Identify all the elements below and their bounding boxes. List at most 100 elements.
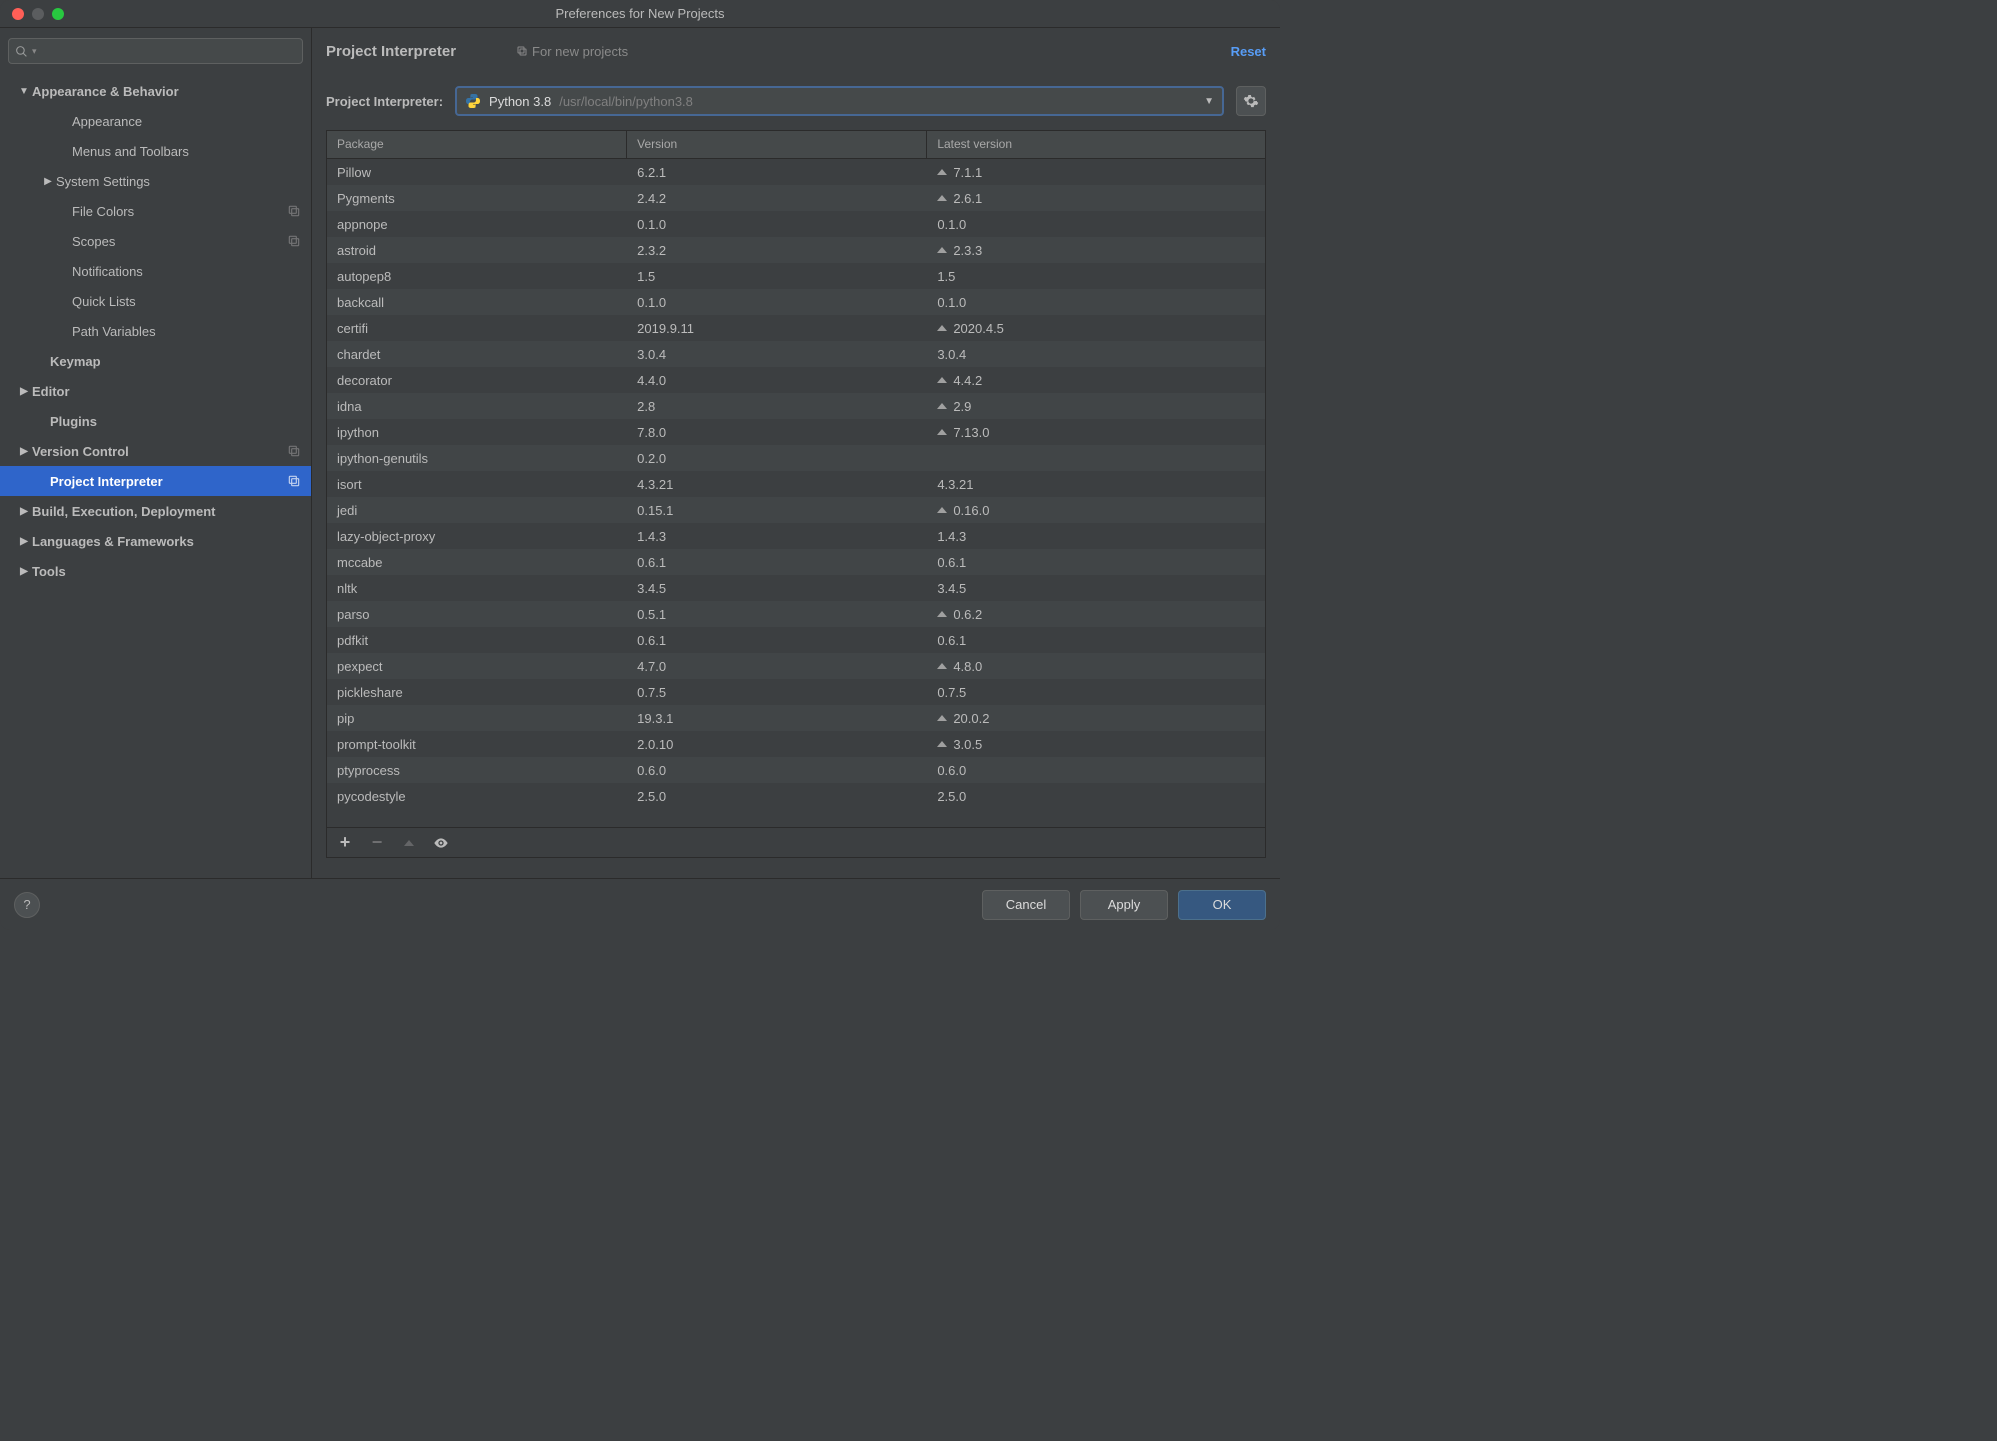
- table-row[interactable]: pickleshare0.7.50.7.5: [327, 679, 1265, 705]
- upgrade-available-icon: [937, 663, 947, 669]
- table-row[interactable]: ipython7.8.07.13.0: [327, 419, 1265, 445]
- gear-icon: [1243, 93, 1259, 109]
- cell-package: mccabe: [327, 555, 627, 570]
- search-icon: [15, 45, 28, 58]
- dialog-footer: ? Cancel Apply OK: [0, 878, 1280, 930]
- table-row[interactable]: idna2.82.9: [327, 393, 1265, 419]
- add-package-button[interactable]: +: [337, 835, 353, 851]
- cell-package: pycodestyle: [327, 789, 627, 804]
- sidebar-item-languages-frameworks[interactable]: ▶Languages & Frameworks: [0, 526, 311, 556]
- sidebar-item-plugins[interactable]: Plugins: [0, 406, 311, 436]
- upgrade-available-icon: [937, 611, 947, 617]
- cell-version: 0.15.1: [627, 503, 927, 518]
- sidebar-item-label: Scopes: [72, 234, 287, 249]
- sidebar-item-file-colors[interactable]: File Colors: [0, 196, 311, 226]
- table-row[interactable]: certifi2019.9.112020.4.5: [327, 315, 1265, 341]
- table-row[interactable]: pycodestyle2.5.02.5.0: [327, 783, 1265, 809]
- table-row[interactable]: jedi0.15.10.16.0: [327, 497, 1265, 523]
- table-row[interactable]: prompt-toolkit2.0.103.0.5: [327, 731, 1265, 757]
- cell-package: idna: [327, 399, 627, 414]
- cell-version: 0.2.0: [627, 451, 927, 466]
- table-header: Package Version Latest version: [327, 131, 1265, 159]
- sidebar-item-tools[interactable]: ▶Tools: [0, 556, 311, 586]
- table-row[interactable]: pdfkit0.6.10.6.1: [327, 627, 1265, 653]
- table-row[interactable]: chardet3.0.43.0.4: [327, 341, 1265, 367]
- sidebar-item-system-settings[interactable]: ▶System Settings: [0, 166, 311, 196]
- sidebar-item-editor[interactable]: ▶Editor: [0, 376, 311, 406]
- sidebar-item-appearance[interactable]: Appearance: [0, 106, 311, 136]
- cell-latest: 4.4.2: [927, 373, 1265, 388]
- upgrade-available-icon: [937, 741, 947, 747]
- sidebar-item-keymap[interactable]: Keymap: [0, 346, 311, 376]
- cell-latest: 4.3.21: [927, 477, 1265, 492]
- close-window-icon[interactable]: [12, 8, 24, 20]
- upgrade-available-icon: [937, 377, 947, 383]
- python-icon: [465, 93, 481, 109]
- cell-version: 1.5: [627, 269, 927, 284]
- sidebar-item-path-variables[interactable]: Path Variables: [0, 316, 311, 346]
- cell-package: jedi: [327, 503, 627, 518]
- sidebar-item-version-control[interactable]: ▶Version Control: [0, 436, 311, 466]
- table-row[interactable]: decorator4.4.04.4.2: [327, 367, 1265, 393]
- column-header-package[interactable]: Package: [327, 131, 627, 158]
- table-row[interactable]: lazy-object-proxy1.4.31.4.3: [327, 523, 1265, 549]
- table-row[interactable]: pip19.3.120.0.2: [327, 705, 1265, 731]
- upgrade-package-button[interactable]: [401, 835, 417, 851]
- cell-package: pdfkit: [327, 633, 627, 648]
- help-button[interactable]: ?: [14, 892, 40, 918]
- cell-version: 6.2.1: [627, 165, 927, 180]
- sidebar-item-quick-lists[interactable]: Quick Lists: [0, 286, 311, 316]
- show-early-releases-button[interactable]: [433, 835, 449, 851]
- cancel-button[interactable]: Cancel: [982, 890, 1070, 920]
- copy-icon: [516, 45, 528, 57]
- table-row[interactable]: Pillow6.2.17.1.1: [327, 159, 1265, 185]
- cell-package: certifi: [327, 321, 627, 336]
- column-header-version[interactable]: Version: [627, 131, 927, 158]
- table-row[interactable]: astroid2.3.22.3.3: [327, 237, 1265, 263]
- cell-version: 3.0.4: [627, 347, 927, 362]
- table-row[interactable]: Pygments2.4.22.6.1: [327, 185, 1265, 211]
- cell-package: astroid: [327, 243, 627, 258]
- sidebar-item-notifications[interactable]: Notifications: [0, 256, 311, 286]
- cell-latest: 3.4.5: [927, 581, 1265, 596]
- cell-latest: 0.6.2: [927, 607, 1265, 622]
- table-row[interactable]: parso0.5.10.6.2: [327, 601, 1265, 627]
- table-row[interactable]: nltk3.4.53.4.5: [327, 575, 1265, 601]
- cell-version: 2.8: [627, 399, 927, 414]
- interpreter-settings-button[interactable]: [1236, 86, 1266, 116]
- eye-icon: [433, 834, 449, 852]
- table-row[interactable]: backcall0.1.00.1.0: [327, 289, 1265, 315]
- table-row[interactable]: mccabe0.6.10.6.1: [327, 549, 1265, 575]
- zoom-window-icon[interactable]: [52, 8, 64, 20]
- upgrade-available-icon: [937, 429, 947, 435]
- table-row[interactable]: ptyprocess0.6.00.6.0: [327, 757, 1265, 783]
- cell-package: ipython-genutils: [327, 451, 627, 466]
- sidebar-item-label: System Settings: [56, 174, 301, 189]
- settings-search-input[interactable]: ▾: [8, 38, 303, 64]
- sidebar-item-project-interpreter[interactable]: Project Interpreter: [0, 466, 311, 496]
- apply-button[interactable]: Apply: [1080, 890, 1168, 920]
- sidebar-item-menus-and-toolbars[interactable]: Menus and Toolbars: [0, 136, 311, 166]
- minimize-window-icon[interactable]: [32, 8, 44, 20]
- sidebar-item-scopes[interactable]: Scopes: [0, 226, 311, 256]
- interpreter-dropdown[interactable]: Python 3.8 /usr/local/bin/python3.8 ▼: [455, 86, 1224, 116]
- sidebar-item-build-execution-deployment[interactable]: ▶Build, Execution, Deployment: [0, 496, 311, 526]
- cell-version: 19.3.1: [627, 711, 927, 726]
- project-scope-icon: [287, 444, 301, 458]
- table-row[interactable]: ipython-genutils0.2.0: [327, 445, 1265, 471]
- table-row[interactable]: autopep81.51.5: [327, 263, 1265, 289]
- ok-button[interactable]: OK: [1178, 890, 1266, 920]
- table-row[interactable]: pexpect4.7.04.8.0: [327, 653, 1265, 679]
- reset-link[interactable]: Reset: [1231, 44, 1266, 59]
- chevron-right-icon: ▶: [16, 566, 32, 577]
- settings-tree: ▼Appearance & BehaviorAppearanceMenus an…: [0, 72, 311, 878]
- cell-version: 2.3.2: [627, 243, 927, 258]
- sidebar-item-appearance-behavior[interactable]: ▼Appearance & Behavior: [0, 76, 311, 106]
- cell-latest: 3.0.4: [927, 347, 1265, 362]
- sidebar-item-label: Path Variables: [72, 324, 301, 339]
- table-row[interactable]: appnope0.1.00.1.0: [327, 211, 1265, 237]
- table-row[interactable]: isort4.3.214.3.21: [327, 471, 1265, 497]
- remove-package-button[interactable]: −: [369, 835, 385, 851]
- column-header-latest[interactable]: Latest version: [927, 131, 1265, 158]
- chevron-down-icon: ▼: [16, 86, 32, 97]
